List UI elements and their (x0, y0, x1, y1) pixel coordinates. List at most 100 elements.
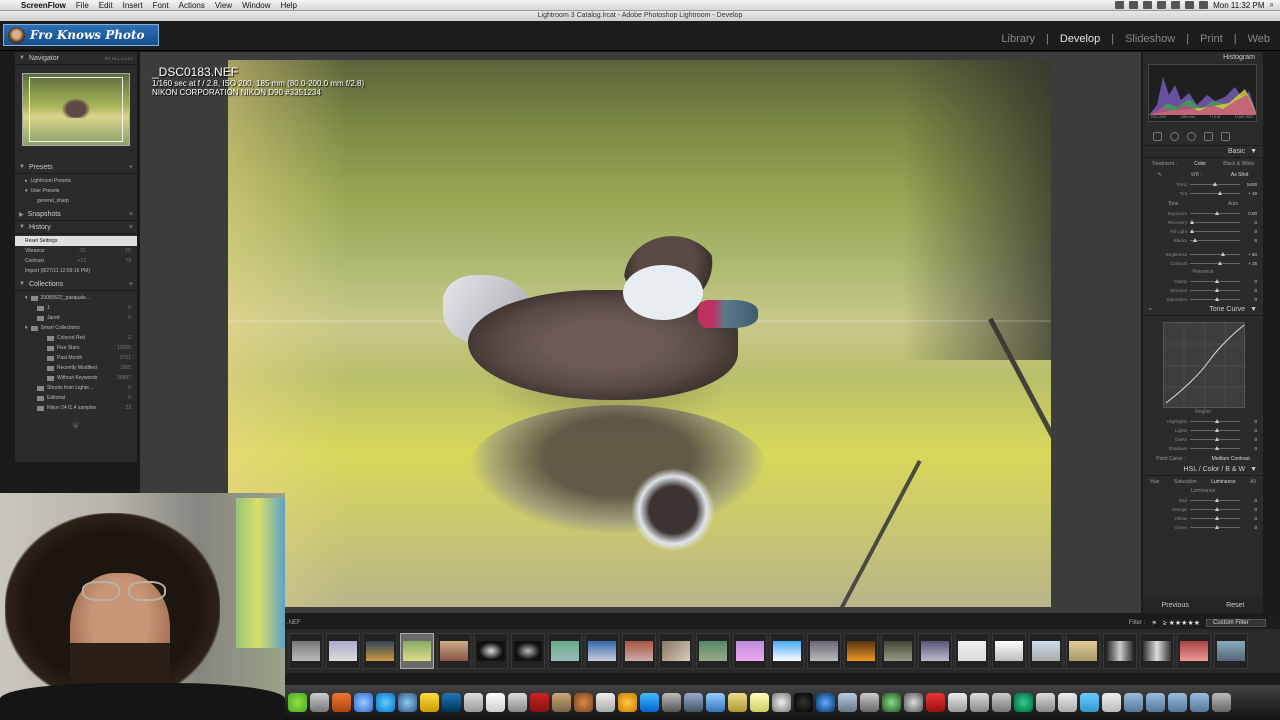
slider-track[interactable] (1190, 261, 1240, 265)
slider-knob[interactable] (1215, 516, 1219, 520)
trash-icon[interactable] (1212, 693, 1231, 712)
film-thumbnail[interactable] (585, 633, 619, 669)
slider-track[interactable] (1190, 238, 1240, 242)
disclosure-triangle-icon[interactable]: ▼ (19, 281, 25, 287)
history-item[interactable]: Import (8/27/11 12:59:16 PM) (15, 266, 137, 276)
tone-curve-graph[interactable] (1163, 322, 1246, 409)
notes-icon[interactable] (420, 693, 439, 712)
xcode-icon[interactable] (310, 693, 329, 712)
collection-item[interactable]: Shoots from Lighte... 0 (15, 383, 137, 393)
film-thumbnail[interactable] (881, 633, 915, 669)
menu-font[interactable]: Font (148, 1, 174, 10)
photoshop-icon[interactable] (442, 693, 461, 712)
slider-knob[interactable] (1190, 229, 1194, 233)
tone-curve-header[interactable]: ◦ Tone Curve ▼ (1143, 304, 1263, 316)
collection-item[interactable]: Past Month 3751 (15, 353, 137, 363)
slider-track[interactable] (1190, 220, 1240, 224)
film-thumbnail[interactable] (1029, 633, 1063, 669)
slider-knob[interactable] (1192, 238, 1197, 242)
app-icon[interactable] (684, 693, 703, 712)
presets-header[interactable]: ▼ Presets + (15, 161, 137, 174)
film-thumbnail[interactable] (696, 633, 730, 669)
slider-knob[interactable] (1215, 446, 1219, 450)
system-preferences-icon[interactable] (1036, 693, 1055, 712)
add-preset-icon[interactable]: + (129, 164, 133, 171)
slider-value[interactable]: + 50 (1243, 252, 1257, 257)
film-thumbnail[interactable] (363, 633, 397, 669)
slider-value[interactable]: 0 (1243, 419, 1257, 424)
battery-status-icon[interactable] (1199, 1, 1209, 9)
slider-knob[interactable] (1215, 437, 1219, 441)
module-develop[interactable]: Develop (1060, 33, 1100, 45)
lights-slider[interactable]: Lights 0 (1143, 426, 1263, 435)
menu-file[interactable]: File (71, 1, 94, 10)
blacks-slider[interactable]: Blacks 5 (1143, 236, 1263, 245)
hsl-header[interactable]: HSL / Color / B & W ▼ (1143, 464, 1263, 476)
safari-icon[interactable] (816, 693, 835, 712)
slider-track[interactable] (1190, 211, 1240, 215)
collection-item[interactable]: Nikon 24 f1.4 samples 22 (15, 403, 137, 413)
film-thumbnail[interactable] (1103, 633, 1137, 669)
wifi-status-icon[interactable] (1171, 1, 1181, 9)
vibrance-slider[interactable]: Vibrance 0 (1143, 286, 1263, 295)
slider-value[interactable]: 0 (1243, 498, 1257, 503)
menu-view[interactable]: View (210, 1, 237, 10)
green-slider[interactable]: Green 0 (1143, 523, 1263, 532)
disclosure-triangle-icon[interactable]: ▼ (19, 224, 25, 230)
disclosure-triangle-icon[interactable]: ▼ (19, 164, 25, 170)
star-filter[interactable]: ≥ ★★★★★ (1163, 619, 1200, 627)
ichat-icon[interactable] (354, 693, 373, 712)
module-slideshow[interactable]: Slideshow (1125, 33, 1175, 45)
slider-knob[interactable] (1190, 220, 1194, 224)
snapshots-header[interactable]: ▶ Snapshots + (15, 208, 137, 221)
navigator-frame[interactable] (29, 77, 123, 142)
disclosure-triangle-icon[interactable]: ▼ (1250, 306, 1257, 313)
module-print[interactable]: Print (1200, 33, 1223, 45)
slider-knob[interactable] (1215, 297, 1219, 301)
collection-item[interactable]: Colored Red 2 (15, 333, 137, 343)
app-icon[interactable] (530, 693, 549, 712)
collection-item[interactable]: ▾ Smart Collections (15, 323, 137, 333)
reset-button[interactable]: Reset (1226, 602, 1244, 609)
disclosure-triangle-icon[interactable]: ▼ (19, 55, 25, 61)
slider-knob[interactable] (1215, 288, 1219, 292)
menu-edit[interactable]: Edit (94, 1, 118, 10)
previous-button[interactable]: Previous (1162, 602, 1189, 609)
iphoto-icon[interactable] (552, 693, 571, 712)
flag-filter-icon[interactable]: ⚑ (1151, 620, 1156, 627)
red-eye-icon[interactable] (1187, 132, 1196, 141)
custom-filter-select[interactable]: Custom Filter (1206, 619, 1266, 627)
slider-track[interactable] (1190, 507, 1240, 511)
slider-value[interactable]: 5400 (1243, 182, 1257, 187)
slider-value[interactable]: 5 (1243, 238, 1257, 243)
module-web[interactable]: Web (1248, 33, 1270, 45)
temp-slider[interactable]: Temp 5400 (1143, 180, 1263, 189)
preview-icon[interactable] (464, 693, 483, 712)
history-item[interactable]: Contrast +13 73 (15, 256, 137, 266)
tab-all[interactable]: All (1250, 479, 1256, 485)
collection-item[interactable]: ▾ 20080622_pasquale... (15, 293, 137, 303)
ubuntu-one-icon[interactable] (640, 693, 659, 712)
slider-value[interactable]: 0.00 (1243, 211, 1257, 216)
folder-icon[interactable] (1146, 693, 1165, 712)
auto-tone-button[interactable]: Auto (1228, 201, 1238, 207)
folder-icon[interactable] (1168, 693, 1187, 712)
slider-value[interactable]: 0 (1243, 279, 1257, 284)
main-photo[interactable] (228, 60, 1051, 607)
collection-item[interactable]: Without Keywords 38887 (15, 373, 137, 383)
app-icon[interactable] (904, 693, 923, 712)
shadows-slider[interactable]: Shadows 0 (1143, 444, 1263, 453)
treatment-bw[interactable]: Black & White (1223, 161, 1254, 167)
filezilla-icon[interactable] (926, 693, 945, 712)
slider-knob[interactable] (1217, 191, 1222, 195)
slider-track[interactable] (1190, 419, 1240, 423)
adjustment-brush-icon[interactable] (1221, 132, 1230, 141)
slider-value[interactable]: 0 (1243, 428, 1257, 433)
fill-light-slider[interactable]: Fill Light 0 (1143, 227, 1263, 236)
slider-track[interactable] (1190, 437, 1240, 441)
film-thumbnail[interactable] (548, 633, 582, 669)
collection-item[interactable]: Jared 0 (15, 313, 137, 323)
app-icon[interactable] (970, 693, 989, 712)
app-icon[interactable] (794, 693, 813, 712)
slider-knob[interactable] (1215, 211, 1219, 215)
